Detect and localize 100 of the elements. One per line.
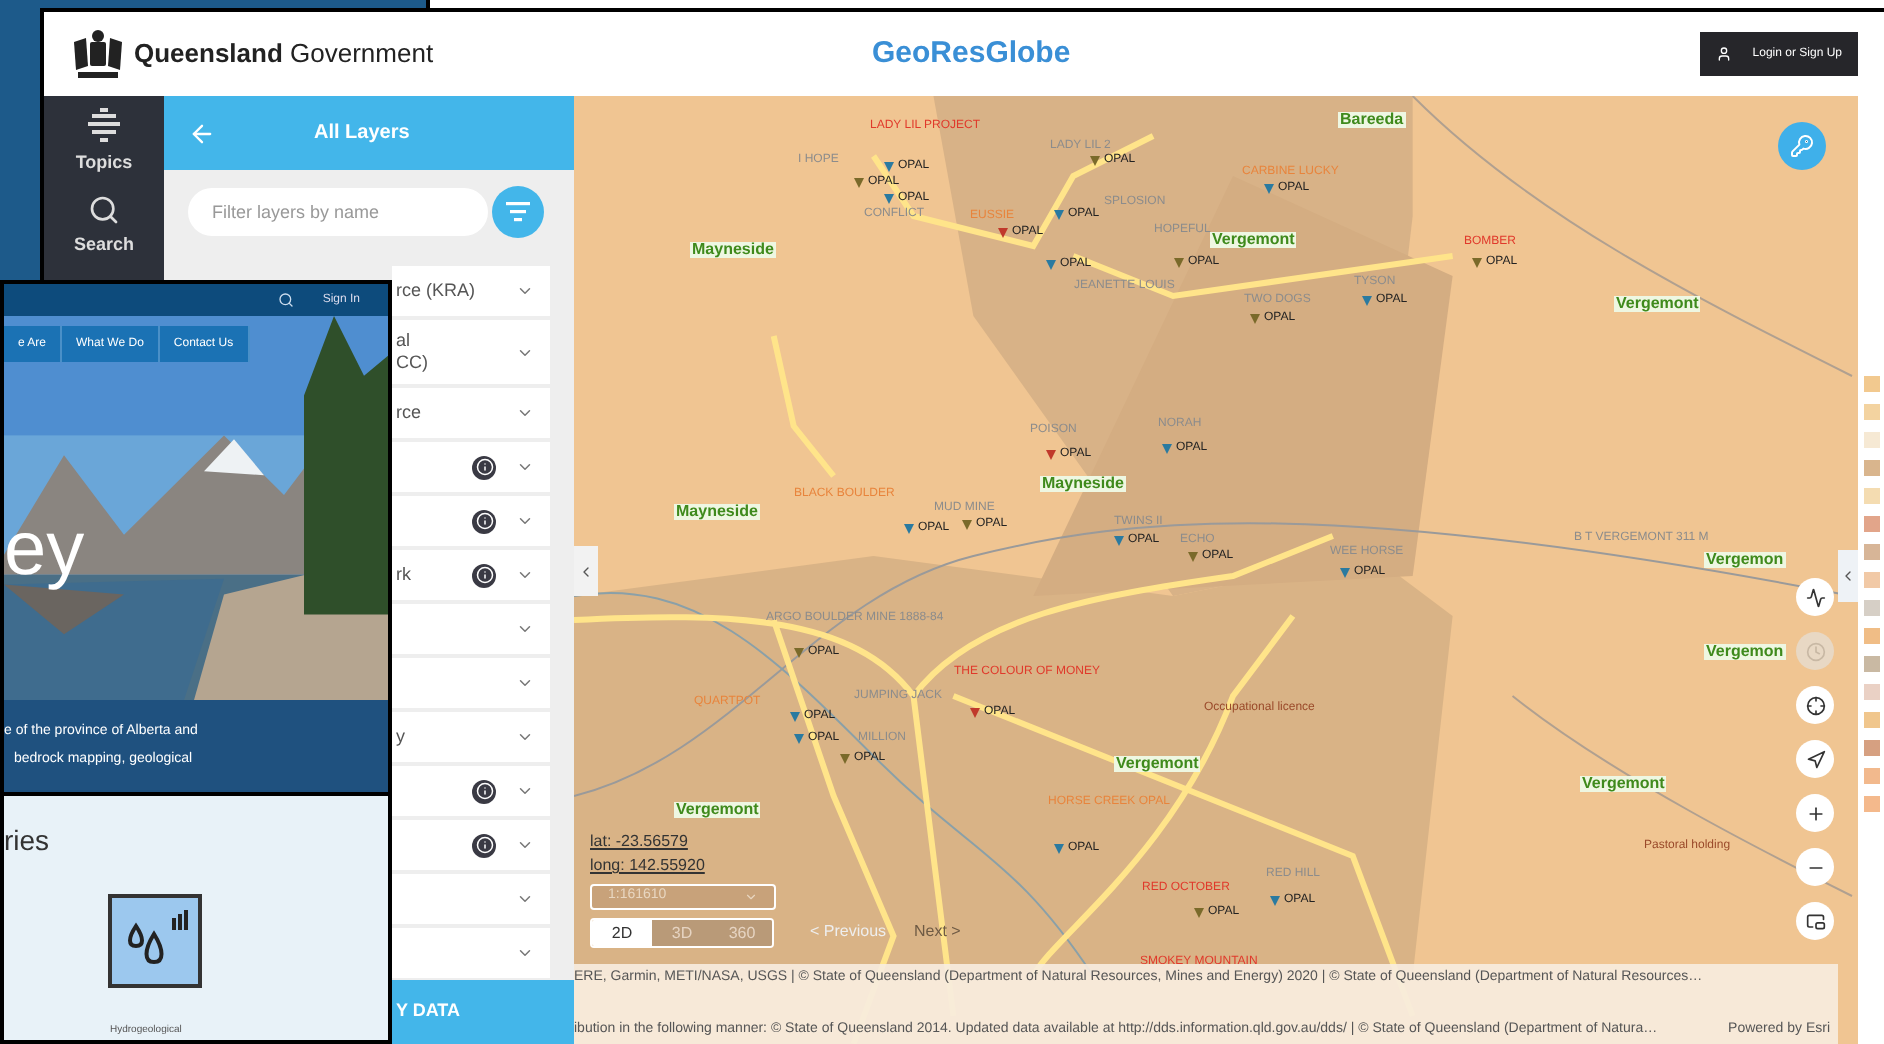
site-marker-icon — [794, 733, 804, 743]
chevron-left-icon — [1840, 568, 1856, 584]
view-mode-tab[interactable]: 2D — [592, 920, 652, 946]
site-marker-icon — [1264, 183, 1274, 193]
place-label: Vergemont — [1614, 296, 1701, 312]
info-icon[interactable] — [472, 563, 496, 587]
overview-icon — [1805, 911, 1825, 931]
chevron-down-icon[interactable] — [516, 566, 534, 584]
site-marker-icon — [1188, 551, 1198, 561]
sidebar-item[interactable]: Search — [73, 193, 135, 258]
chevron-down-icon[interactable] — [516, 620, 534, 638]
place-label: Vergemont — [1580, 776, 1667, 792]
section-heading: ries — [4, 822, 52, 860]
layers-icon — [88, 108, 120, 144]
info-glyph-icon — [475, 512, 493, 530]
site-marker-icon — [998, 227, 1008, 237]
site-marker-icon — [970, 707, 980, 717]
layer-row[interactable]: rce (KRA) — [392, 266, 550, 316]
layer-name: y — [396, 726, 407, 748]
place-label: Mayneside — [1040, 476, 1126, 492]
category-tile[interactable] — [108, 894, 202, 988]
filter-icon — [506, 202, 530, 222]
layer-name: rce (KRA) — [396, 280, 478, 302]
crest-icon — [68, 26, 128, 82]
search-icon — [88, 193, 120, 225]
longitude-link[interactable]: long: 142.55920 — [590, 858, 705, 874]
info-glyph-icon — [475, 566, 493, 584]
place-label: Vergemont — [1114, 756, 1201, 772]
info-glyph-icon — [475, 836, 493, 854]
layer-row[interactable] — [392, 442, 550, 492]
user-icon — [1716, 46, 1733, 62]
clock-icon — [1805, 641, 1825, 661]
info-glyph-icon — [475, 458, 493, 476]
info-icon[interactable] — [472, 779, 496, 803]
site-marker-icon — [1046, 259, 1056, 269]
site-marker-icon — [1162, 443, 1172, 453]
site-marker-icon — [1090, 155, 1100, 165]
chevron-down-icon[interactable] — [516, 728, 534, 746]
search-icon[interactable] — [278, 292, 295, 308]
chevron-down-icon[interactable] — [516, 282, 534, 300]
place-label: Bareeda — [1338, 112, 1406, 128]
info-glyph-icon — [475, 782, 493, 800]
chart-icon — [1805, 587, 1825, 607]
hero-title: ey — [4, 512, 85, 588]
layer-row[interactable] — [392, 496, 550, 546]
app-title: GeoResGlobe — [872, 33, 1071, 74]
key-icon — [1790, 134, 1814, 158]
site-marker-icon — [884, 193, 894, 203]
place-label: Vergemont — [674, 802, 761, 818]
site-marker-icon — [1472, 257, 1482, 267]
panel-title: All Layers — [314, 120, 410, 148]
chevron-down-icon[interactable] — [516, 782, 534, 800]
filter-button[interactable] — [492, 186, 544, 238]
place-label: Vergemont — [1210, 232, 1297, 248]
site-marker-icon — [1054, 843, 1064, 853]
site-marker-icon — [1054, 209, 1064, 219]
site-marker-icon — [1250, 313, 1260, 323]
site-marker-icon — [1270, 895, 1280, 905]
layer-name: rk — [396, 564, 413, 586]
next-link[interactable]: Next > — [914, 924, 961, 940]
place-label: Mayneside — [690, 242, 776, 258]
chevron-down-icon[interactable] — [516, 836, 534, 854]
chevron-down-icon[interactable] — [516, 890, 534, 908]
place-label: Mayneside — [674, 504, 760, 520]
sidebar-item[interactable]: Topics — [75, 108, 133, 177]
site-marker-icon — [794, 647, 804, 657]
site-marker-icon — [1362, 295, 1372, 305]
site-marker-icon — [904, 523, 914, 533]
site-marker-icon — [840, 753, 850, 763]
info-icon[interactable] — [472, 509, 496, 533]
site-marker-icon — [1046, 449, 1056, 459]
info-icon[interactable] — [472, 455, 496, 479]
chevron-down-icon[interactable] — [516, 944, 534, 962]
site-marker-icon — [1174, 257, 1184, 267]
locate-icon — [1805, 695, 1825, 715]
brand-name: Queensland Government — [134, 36, 434, 73]
chevron-down-icon[interactable] — [516, 512, 534, 530]
chevron-down-icon — [744, 890, 758, 904]
site-marker-icon — [1114, 535, 1124, 545]
chevron-left-icon — [578, 563, 594, 579]
site-marker-icon — [1194, 907, 1204, 917]
chevron-down-icon[interactable] — [516, 458, 534, 476]
chevron-down-icon[interactable] — [516, 674, 534, 692]
layer-name: rce — [396, 402, 424, 424]
layer-row[interactable]: rce — [392, 388, 550, 438]
layer-row[interactable]: rk — [392, 550, 550, 600]
zoom-in-icon — [1805, 803, 1825, 823]
latitude-link[interactable]: lat: -23.56579 — [590, 834, 688, 850]
site-marker-icon — [962, 519, 972, 529]
site-marker-icon — [1340, 567, 1350, 577]
layer-row[interactable] — [392, 820, 550, 870]
info-icon[interactable] — [472, 833, 496, 857]
site-marker-icon — [884, 161, 894, 171]
layer-row[interactable]: al CC) — [392, 320, 550, 384]
site-marker-icon — [790, 711, 800, 721]
layer-row[interactable]: y — [392, 712, 550, 762]
place-label: Vergemon — [1704, 552, 1786, 568]
filter-field[interactable]: Filter layers by name — [188, 188, 488, 236]
chevron-down-icon[interactable] — [516, 404, 534, 422]
layer-row[interactable] — [392, 766, 550, 816]
